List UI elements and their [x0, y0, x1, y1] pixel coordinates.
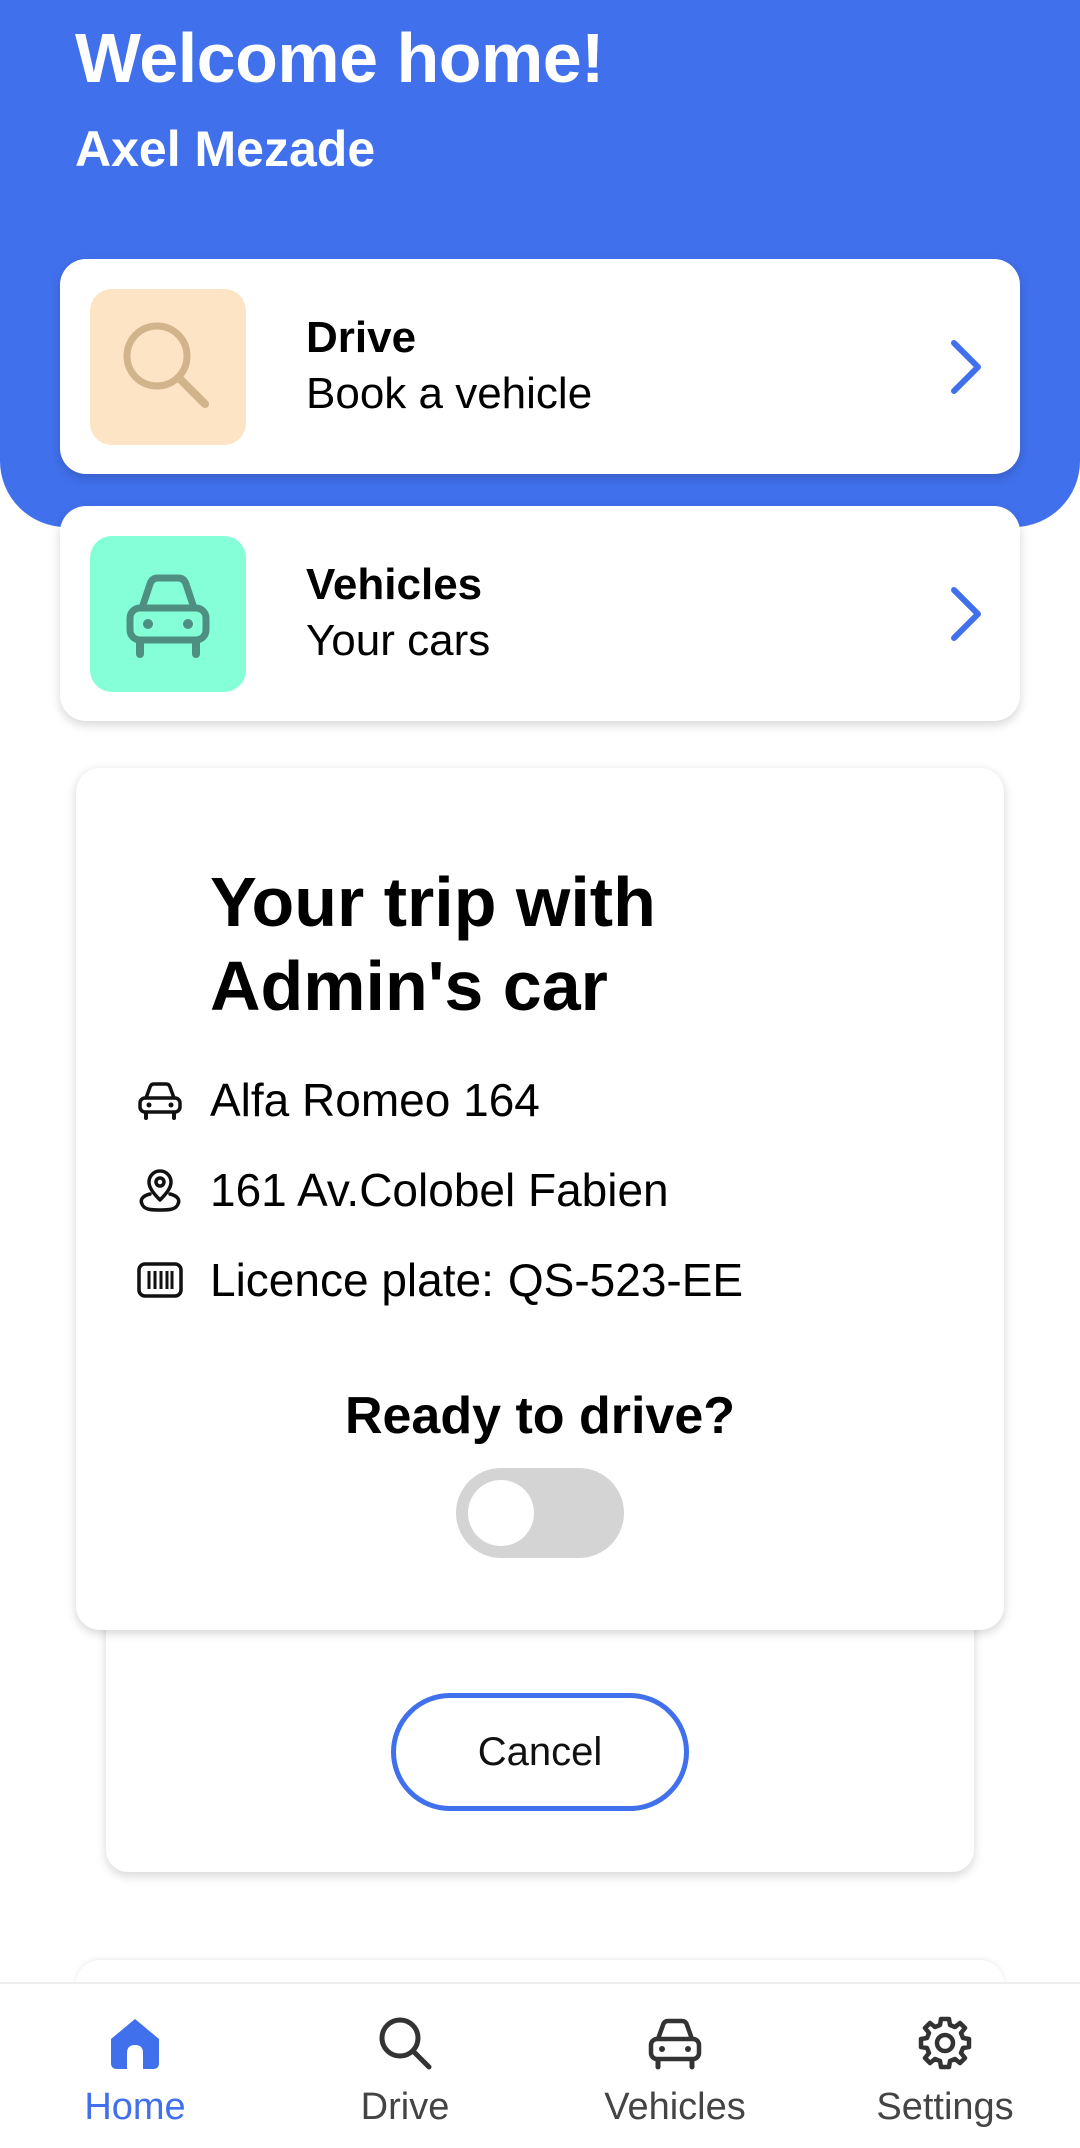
drive-card-title: Drive: [306, 313, 417, 362]
nav-label-settings: Settings: [876, 2086, 1014, 2128]
home-icon: [111, 2019, 159, 2069]
chevron-right-icon: [951, 587, 981, 641]
plate-value: QS-523-EE: [507, 1254, 744, 1306]
cancel-button[interactable]: Cancel: [391, 1693, 689, 1811]
drive-card[interactable]: Drive Book a vehicle: [60, 259, 1020, 474]
trip-licence-plate: Licence plate: QS-523-EE: [134, 1252, 743, 1308]
user-name: Axel Mezade: [75, 121, 376, 177]
vehicles-card-subtitle: Your cars: [306, 616, 491, 665]
toggle-knob: [468, 1480, 534, 1546]
vehicles-tile: [90, 536, 246, 692]
car-icon: [126, 574, 210, 658]
drive-card-subtitle: Book a vehicle: [306, 369, 593, 418]
car-icon: [648, 2018, 702, 2070]
nav-label-vehicles: Vehicles: [604, 2086, 746, 2128]
plate-label: Licence plate:: [210, 1254, 494, 1306]
chevron-right-icon: [951, 340, 981, 394]
nav-item-vehicles[interactable]: Vehicles: [540, 1984, 810, 2148]
nav-label-drive: Drive: [360, 2086, 450, 2128]
nav-item-settings[interactable]: Settings: [810, 1984, 1080, 2148]
vehicles-card-title: Vehicles: [306, 560, 483, 609]
barcode-icon: [134, 1254, 186, 1306]
nav-item-home[interactable]: Home: [0, 1984, 270, 2148]
trip-title: Your trip with Admin's car: [210, 863, 656, 1025]
ready-to-drive-label: Ready to drive?: [344, 1387, 736, 1445]
gear-icon: [918, 2016, 972, 2070]
bottom-navigation: Home Drive Vehicles Settings: [0, 1982, 1080, 2148]
drive-tile: [90, 289, 246, 445]
nav-label-home: Home: [84, 2086, 186, 2128]
address-text: 161 Av.Colobel Fabien: [210, 1164, 669, 1216]
map-pin-icon: [134, 1164, 186, 1216]
home-screen: Welcome home! Axel Mezade Drive Book a v…: [0, 0, 1080, 2148]
vehicles-card[interactable]: Vehicles Your cars: [60, 506, 1020, 721]
car-model-text: Alfa Romeo 164: [210, 1074, 540, 1126]
nav-item-drive[interactable]: Drive: [270, 1984, 540, 2148]
car-icon: [134, 1074, 186, 1126]
trip-address: 161 Av.Colobel Fabien: [134, 1162, 669, 1218]
welcome-title: Welcome home!: [75, 19, 605, 97]
trip-car-model: Alfa Romeo 164: [134, 1072, 540, 1128]
search-icon: [379, 2017, 432, 2070]
ready-to-drive-toggle[interactable]: [456, 1468, 624, 1558]
search-icon: [123, 322, 209, 408]
